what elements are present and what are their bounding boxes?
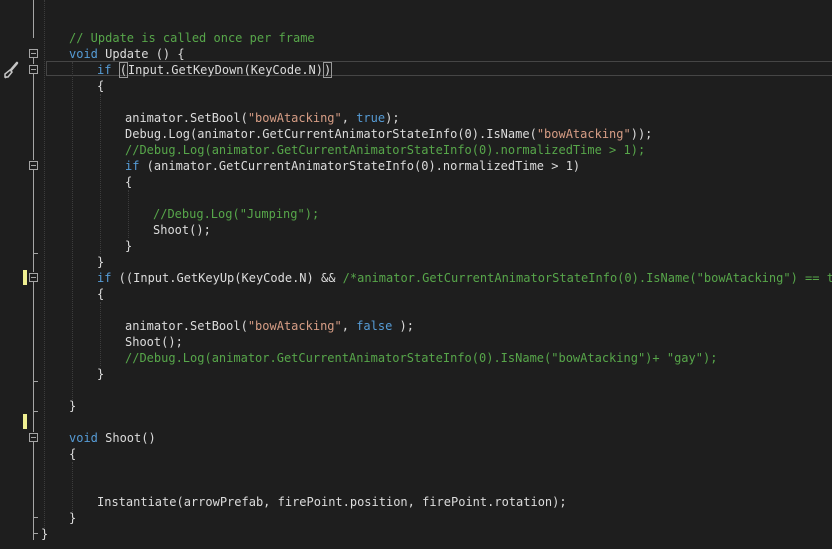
- code-token: }: [69, 399, 77, 413]
- code-token: {: [97, 79, 105, 93]
- code-line[interactable]: //Debug.Log("Jumping");: [153, 206, 319, 222]
- outline-line-end: [33, 381, 38, 382]
- code-line[interactable]: void Update () {: [69, 46, 185, 62]
- code-line[interactable]: {: [69, 446, 76, 462]
- code-line[interactable]: animator.SetBool("bowAtacking", false );: [125, 318, 414, 334]
- code-line[interactable]: // Update is called once per frame: [69, 30, 315, 46]
- code-token: Input.GetKeyDown(KeyCode.N): [127, 63, 323, 77]
- paintbrush-icon[interactable]: [2, 61, 20, 79]
- fold-toggle-icon[interactable]: [29, 433, 38, 442]
- code-line[interactable]: if (animator.GetCurrentAnimatorStateInfo…: [125, 158, 580, 174]
- code-line[interactable]: }: [97, 366, 104, 382]
- outline-line: [33, 0, 34, 38]
- code-token: animator.SetBool(: [125, 111, 248, 125]
- code-editor[interactable]: // Update is called once per frame void U…: [0, 0, 832, 549]
- code-token: ((Input.GetKeyUp(KeyCode.N) &&: [111, 271, 343, 285]
- code-token: Update () {: [97, 47, 185, 61]
- change-indicator: [23, 270, 27, 285]
- code-token: //Debug.Log(animator.GetCurrentAnimatorS…: [125, 351, 718, 365]
- code-line[interactable]: Instantiate(arrowPrefab, firePoint.posit…: [97, 494, 567, 510]
- code-token: );: [385, 111, 400, 125]
- outline-line-end: [33, 517, 38, 518]
- code-line[interactable]: animator.SetBool("bowAtacking", true);: [125, 110, 400, 126]
- code-line[interactable]: }: [69, 398, 76, 414]
- code-token: (animator.GetCurrentAnimatorStateInfo(0)…: [139, 159, 581, 173]
- fold-toggle-icon[interactable]: [29, 273, 38, 282]
- indent-guide: [100, 302, 101, 366]
- code-line[interactable]: }: [125, 238, 132, 254]
- code-token: Shoot();: [153, 223, 211, 237]
- code-token: Shoot(): [97, 431, 156, 445]
- code-token: void: [69, 47, 98, 61]
- code-line[interactable]: Shoot();: [125, 334, 183, 350]
- code-token: false: [356, 319, 393, 333]
- code-token: if: [97, 63, 112, 77]
- code-line[interactable]: {: [97, 78, 104, 94]
- code-token: //Debug.Log("Jumping");: [153, 207, 320, 221]
- code-token: (: [118, 62, 128, 78]
- indent-guide: [100, 94, 101, 254]
- code-token: }: [125, 239, 133, 253]
- fold-toggle-icon[interactable]: [29, 161, 38, 170]
- indent-guide: [72, 62, 73, 402]
- code-token: void: [69, 431, 98, 445]
- code-line[interactable]: //Debug.Log(animator.GetCurrentAnimatorS…: [125, 142, 645, 158]
- outline-line: [33, 58, 34, 64]
- indent-guide: [128, 190, 129, 238]
- code-token: {: [97, 287, 105, 301]
- code-token: "bowAtacking": [247, 111, 342, 125]
- code-token: );: [392, 319, 415, 333]
- outline-line-end: [33, 253, 38, 254]
- code-token: }: [97, 255, 105, 269]
- code-token: //Debug.Log(animator.GetCurrentAnimatorS…: [125, 143, 646, 157]
- code-line[interactable]: //Debug.Log(animator.GetCurrentAnimatorS…: [125, 350, 717, 366]
- code-token: true: [356, 111, 386, 125]
- code-line[interactable]: {: [97, 286, 104, 302]
- indent-guide: [72, 462, 73, 514]
- code-token: }: [41, 527, 49, 541]
- code-token: Shoot();: [125, 335, 183, 349]
- code-token: {: [69, 447, 77, 461]
- change-indicator: [23, 414, 27, 429]
- code-line[interactable]: }: [41, 526, 48, 542]
- outline-line: [33, 170, 34, 272]
- code-token: {: [125, 175, 133, 189]
- code-token: Instantiate(arrowPrefab, firePoint.posit…: [97, 495, 567, 509]
- code-token: animator.SetBool(: [125, 319, 248, 333]
- code-line[interactable]: void Shoot(): [69, 430, 156, 446]
- code-token: if: [125, 159, 140, 173]
- outline-line: [33, 282, 34, 432]
- fold-toggle-icon[interactable]: [29, 49, 38, 58]
- indent-guide: [44, 0, 45, 540]
- code-token: ,: [341, 319, 357, 333]
- outline-line-end: [33, 533, 38, 534]
- code-token: if: [97, 271, 112, 285]
- code-line[interactable]: }: [69, 510, 76, 526]
- code-line[interactable]: Debug.Log(animator.GetCurrentAnimatorSta…: [125, 126, 652, 142]
- code-token: ): [323, 62, 333, 78]
- outline-line-end: [33, 411, 38, 412]
- outline-line: [33, 74, 34, 160]
- code-line[interactable]: }: [97, 254, 104, 270]
- code-token: "bowAtacking": [247, 319, 342, 333]
- outline-line: [33, 442, 34, 540]
- code-line[interactable]: Shoot();: [153, 222, 211, 238]
- code-line[interactable]: if (Input.GetKeyDown(KeyCode.N)): [97, 62, 333, 78]
- code-token: // Update is called once per frame: [69, 31, 315, 45]
- code-token: }: [97, 367, 105, 381]
- code-token: Debug.Log(animator.GetCurrentAnimatorSta…: [125, 127, 537, 141]
- code-token: ,: [341, 111, 357, 125]
- code-line[interactable]: if ((Input.GetKeyUp(KeyCode.N) && /*anim…: [97, 270, 832, 286]
- fold-toggle-icon[interactable]: [29, 65, 38, 74]
- code-token: ));: [630, 127, 653, 141]
- code-token: }: [69, 511, 77, 525]
- code-token: /*animator.GetCurrentAnimatorStateInfo(0…: [342, 271, 832, 285]
- code-token: "bowAtacking": [536, 127, 631, 141]
- code-line[interactable]: {: [125, 174, 132, 190]
